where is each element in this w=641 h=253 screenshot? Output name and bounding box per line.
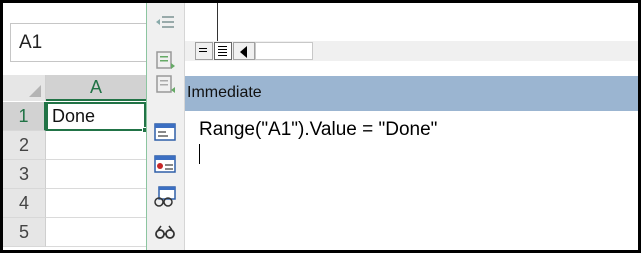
comment-block-icon[interactable] xyxy=(154,49,176,71)
row-header-4[interactable]: 4 xyxy=(3,189,46,218)
cell-a1[interactable]: Done xyxy=(46,102,146,133)
immediate-window-title[interactable]: Immediate xyxy=(185,76,638,111)
excel-worksheet: A1 A 1 Done 2 3 4 5 xyxy=(3,3,146,250)
scroll-left-button[interactable] xyxy=(233,42,255,60)
row-header-1[interactable]: 1 xyxy=(3,102,46,131)
code-margin-line xyxy=(217,3,218,41)
cell-a2[interactable] xyxy=(46,131,146,160)
row-header-3[interactable]: 3 xyxy=(3,160,46,189)
code-window-bottom-bar xyxy=(185,41,638,61)
full-module-view-button[interactable] xyxy=(214,42,232,60)
select-all-triangle-icon xyxy=(29,85,41,97)
vbe-edit-toolbar xyxy=(147,3,185,250)
procedure-view-icon xyxy=(199,48,207,52)
name-box[interactable]: A1 xyxy=(10,23,146,62)
procedure-view-button[interactable] xyxy=(195,42,213,60)
cell-a5[interactable] xyxy=(46,218,146,247)
code-window[interactable] xyxy=(185,3,638,41)
full-module-view-icon xyxy=(218,46,227,56)
column-header-row: A xyxy=(3,75,146,101)
outdent-icon[interactable] xyxy=(154,13,176,35)
breakpoint-icon[interactable] xyxy=(154,153,176,175)
row-header-5[interactable]: 5 xyxy=(3,218,46,247)
watch-icon[interactable] xyxy=(154,221,176,243)
text-caret xyxy=(199,144,200,164)
select-all-button[interactable] xyxy=(3,75,46,101)
scrollbar-track-fill xyxy=(313,42,638,60)
cell-a3[interactable] xyxy=(46,160,146,189)
locals-window-icon[interactable] xyxy=(154,186,176,208)
column-header-a[interactable]: A xyxy=(46,75,146,101)
row-header-2[interactable]: 2 xyxy=(3,131,46,160)
horizontal-scrollbar[interactable] xyxy=(255,42,313,60)
immediate-code-line[interactable]: Range("A1").Value = "Done" xyxy=(199,119,437,141)
cell-a1-value: Done xyxy=(52,106,96,126)
cell-a4[interactable] xyxy=(46,189,146,218)
immediate-window[interactable]: Range("A1").Value = "Done" xyxy=(185,111,638,250)
screenshot-frame: A1 A 1 Done 2 3 4 5 Immediate Range("A1"… xyxy=(3,3,638,250)
uncomment-block-icon[interactable] xyxy=(154,73,176,95)
userform-icon[interactable] xyxy=(154,121,176,143)
